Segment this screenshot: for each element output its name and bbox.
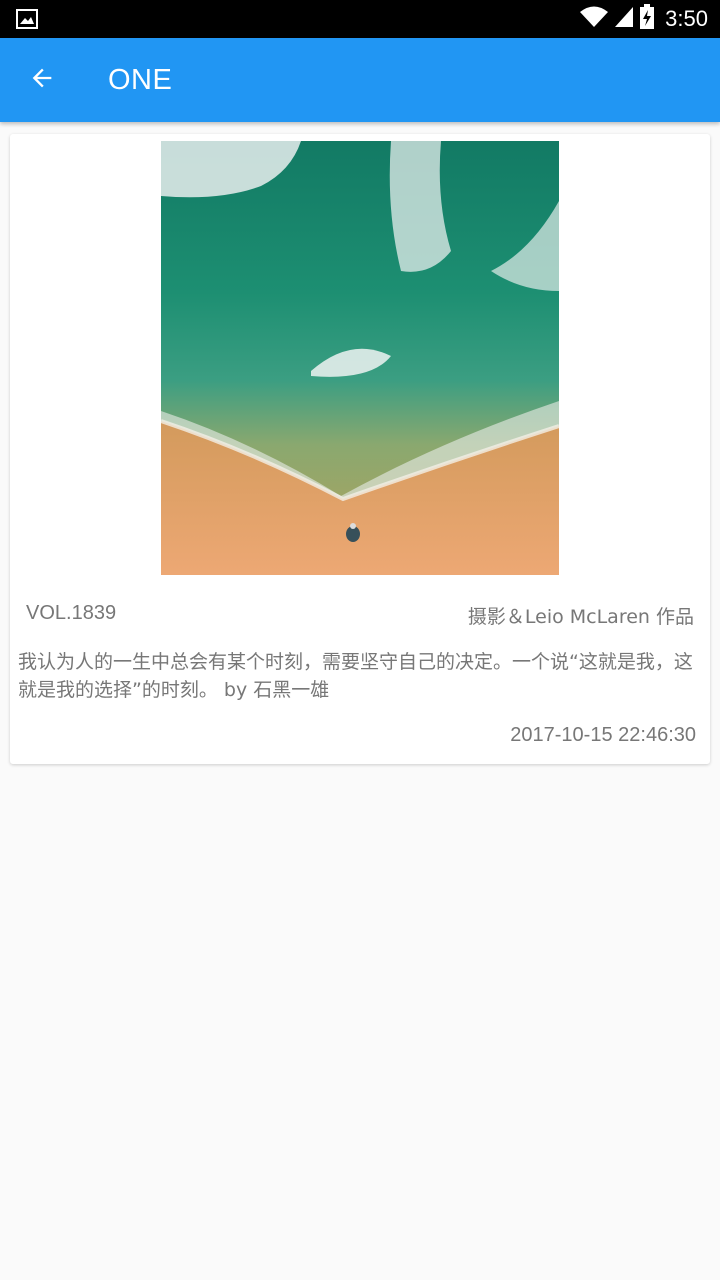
status-icons: 3:50 [579,0,712,38]
vol-label: VOL.1839 [26,602,117,624]
battery-charging-icon [639,4,659,34]
quote-text: 我认为人的一生中总会有某个时刻，需要坚守自己的决定。一个说“这就是我，这就是我的… [18,651,693,701]
arrow-back-icon [28,64,56,96]
one-card[interactable]: VOL.1839 摄影＆Leio McLaren 作品 我认为人的一生中总会有某… [10,134,710,764]
status-time: 3:50 [665,6,708,31]
app-bar: ONE [0,38,720,122]
cell-signal-icon [613,5,639,33]
cover-image[interactable] [161,141,559,575]
image-notification-icon [16,9,38,29]
photo-credit: 摄影＆Leio McLaren 作品 [467,606,694,628]
wifi-icon [579,5,613,33]
app-title: ONE [108,64,173,96]
status-bar: 3:50 [0,0,720,38]
publish-date: 2017-10-15 22:46:30 [510,724,696,746]
back-button[interactable] [16,54,68,106]
